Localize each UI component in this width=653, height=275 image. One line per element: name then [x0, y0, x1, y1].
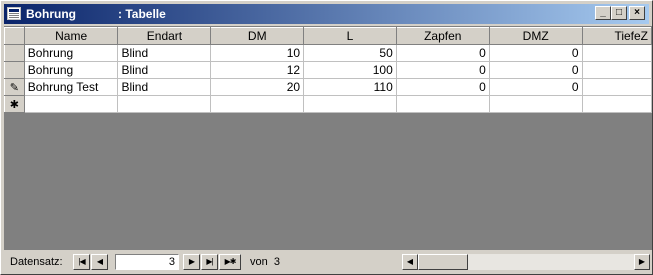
cell-l[interactable] [303, 95, 397, 113]
cell-zapfen[interactable]: 0 [395, 44, 490, 62]
record-selector[interactable] [4, 61, 25, 79]
new-record-row[interactable]: ✱ [4, 95, 652, 113]
total-records: 3 [273, 256, 280, 268]
maximize-button[interactable]: □ [611, 6, 627, 20]
column-header-zapfen[interactable]: Zapfen [395, 27, 490, 45]
column-header-dm[interactable]: DM [210, 27, 305, 45]
cell-name[interactable] [23, 95, 119, 113]
column-header-tiefez[interactable]: TiefeZ [581, 27, 652, 45]
horizontal-scrollbar[interactable]: ◀ ▶ [402, 254, 650, 270]
cell-dm[interactable] [210, 95, 305, 113]
record-selector[interactable] [4, 44, 25, 62]
new-record-icon[interactable]: ✱ [4, 95, 25, 113]
of-label: von [250, 256, 268, 268]
cell-name[interactable]: Bohrung Test [23, 78, 119, 96]
scroll-right-icon[interactable]: ▶ [634, 254, 650, 270]
cell-name[interactable]: Bohrung [23, 61, 119, 79]
cell-dm[interactable]: 10 [210, 44, 305, 62]
table-row-editing[interactable]: ✎ Bohrung Test Blind 20 110 0 0 [4, 78, 652, 96]
cell-l[interactable]: 100 [303, 61, 397, 79]
previous-record-icon[interactable]: ◀ [91, 254, 108, 270]
cell-name[interactable]: Bohrung [23, 44, 119, 62]
scroll-left-icon[interactable]: ◀ [402, 254, 418, 270]
table-row[interactable]: Bohrung Blind 12 100 0 0 [4, 61, 652, 79]
cell-endart[interactable]: Blind [117, 44, 212, 62]
record-navigation-bar: Datensatz: |◀ ◀ ▶ ▶| ▶✱ von 3 ◀ ▶ [4, 252, 652, 272]
cell-l[interactable]: 50 [303, 44, 397, 62]
column-header-endart[interactable]: Endart [117, 27, 212, 45]
cell-dm[interactable]: 12 [210, 61, 305, 79]
cell-dmz[interactable] [488, 95, 583, 113]
next-record-icon[interactable]: ▶ [183, 254, 200, 270]
cell-dm[interactable]: 20 [210, 78, 305, 96]
record-count: von 3 [250, 256, 280, 268]
cell-tiefez[interactable] [581, 44, 652, 62]
select-all-corner[interactable] [4, 27, 25, 45]
new-record-button[interactable]: ▶✱ [219, 254, 241, 270]
column-header-l[interactable]: L [303, 27, 397, 45]
cell-dmz[interactable]: 0 [488, 78, 583, 96]
table-row[interactable]: Bohrung Blind 10 50 0 0 [4, 44, 652, 62]
table-icon [7, 7, 21, 20]
scroll-thumb[interactable] [418, 254, 468, 270]
minimize-button[interactable]: _ [595, 6, 611, 20]
first-record-icon[interactable]: |◀ [73, 254, 90, 270]
cell-endart[interactable] [117, 95, 212, 113]
data-table: Name Endart DM L Zapfen DMZ TiefeZ Bohru… [4, 27, 652, 113]
cell-tiefez[interactable] [581, 78, 652, 96]
datasheet-window: Bohrung : Tabelle _ □ × Name Endart DM L… [0, 0, 653, 275]
cell-endart[interactable]: Blind [117, 61, 212, 79]
cell-dmz[interactable]: 0 [488, 44, 583, 62]
header-row: Name Endart DM L Zapfen DMZ TiefeZ [4, 27, 652, 45]
datasheet-grid: Name Endart DM L Zapfen DMZ TiefeZ Bohru… [4, 26, 652, 250]
cell-l[interactable]: 110 [303, 78, 397, 96]
cell-endart[interactable]: Blind [117, 78, 212, 96]
pencil-icon[interactable]: ✎ [4, 78, 25, 96]
column-header-dmz[interactable]: DMZ [488, 27, 583, 45]
cell-zapfen[interactable]: 0 [395, 78, 490, 96]
cell-zapfen[interactable] [395, 95, 490, 113]
cell-tiefez[interactable] [581, 95, 652, 113]
column-header-name[interactable]: Name [23, 27, 119, 45]
title-bar[interactable]: Bohrung : Tabelle _ □ × [4, 4, 649, 24]
last-record-icon[interactable]: ▶| [201, 254, 218, 270]
cell-dmz[interactable]: 0 [488, 61, 583, 79]
cell-zapfen[interactable]: 0 [395, 61, 490, 79]
record-label: Datensatz: [10, 256, 63, 268]
current-record-input[interactable] [115, 254, 179, 270]
table-name: Bohrung [26, 7, 76, 21]
cell-tiefez[interactable] [581, 61, 652, 79]
close-button[interactable]: × [629, 6, 645, 20]
object-type: : Tabelle [118, 7, 166, 21]
